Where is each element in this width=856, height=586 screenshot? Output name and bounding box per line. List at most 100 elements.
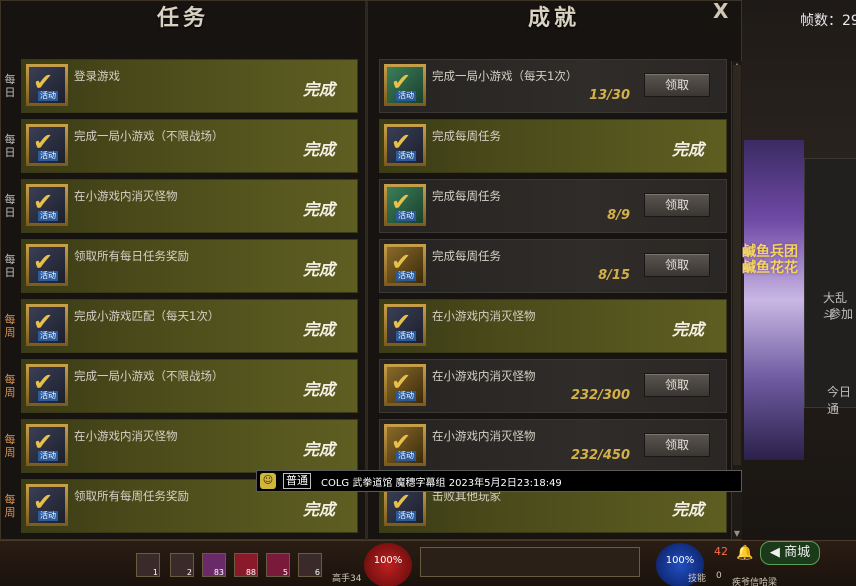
activity-badge: 活动 <box>38 391 58 401</box>
achievement-text: 在小游戏内消灭怪物 <box>432 429 536 443</box>
quick-slot-5[interactable]: 5 <box>266 553 290 577</box>
skill-label[interactable]: 技能 <box>688 571 706 584</box>
activity-badge: 活动 <box>396 511 416 521</box>
task-period-tag: 每周 <box>4 313 16 339</box>
scroll-down-icon[interactable]: ▼ <box>732 529 742 539</box>
chat-message-bar[interactable]: ☺ 普通 COLG 武拳道馆 魔穗字幕组 2023年5月2日23:18:49 <box>256 470 742 492</box>
task-status: 完成 <box>302 260 335 279</box>
task-status: 完成 <box>302 80 335 99</box>
quick-slot-5-count: 5 <box>282 568 288 577</box>
achievement-icon: ✔ 活动 <box>384 304 426 346</box>
activity-badge: 活动 <box>396 391 416 401</box>
task-status: 完成 <box>302 200 335 219</box>
achievement-row[interactable]: ✔ 活动 在小游戏内消灭怪物 232/300 领取 <box>379 359 727 413</box>
achievement-progress: 232/300 <box>570 388 630 403</box>
mall-button[interactable]: ◀ 商城 <box>760 541 820 565</box>
achievement-row[interactable]: ✔ 活动 完成每周任务 8/9 领取 <box>379 179 727 233</box>
claim-button[interactable]: 领取 <box>644 193 710 217</box>
task-icon: ✔ 活动 <box>26 184 68 226</box>
task-period-tag: 每周 <box>4 493 16 519</box>
achievement-text: 在小游戏内消灭怪物 <box>432 369 536 383</box>
achievement-row[interactable]: ✔ 活动 完成每周任务完成 <box>379 119 727 173</box>
fps-counter: 帧数：29 <box>800 13 856 29</box>
task-row[interactable]: ✔ 活动 领取所有每日任务奖励完成 <box>21 239 358 293</box>
task-row[interactable]: ✔ 活动 在小游戏内消灭怪物完成 <box>21 179 358 233</box>
quick-slot-6[interactable]: 6 <box>298 553 322 577</box>
chat-emote-icon[interactable]: ☺ <box>260 473 276 489</box>
achievement-row[interactable]: ✔ 活动 在小游戏内消灭怪物完成 <box>379 299 727 353</box>
task-row[interactable]: ✔ 活动 登录游戏 完成 <box>21 59 358 113</box>
close-button[interactable]: X <box>713 0 728 23</box>
task-text: 在小游戏内消灭怪物 <box>74 189 178 203</box>
task-period-tag: 每日 <box>4 253 16 279</box>
achievement-text: 完成一局小游戏（每天1次） <box>432 69 578 83</box>
claim-button[interactable]: 领取 <box>644 433 710 457</box>
task-period-tag: 每日 <box>4 73 16 99</box>
column-divider <box>365 1 368 541</box>
quick-slot-2[interactable]: 2 <box>170 553 194 577</box>
achievement-progress: 13/30 <box>589 88 630 103</box>
claim-button[interactable]: 领取 <box>644 73 710 97</box>
quick-slot-3[interactable]: 83 <box>202 553 226 577</box>
quick-slot-2-count: 2 <box>186 568 192 577</box>
quick-slot-1[interactable]: 1 <box>136 553 160 577</box>
quick-slot-4[interactable]: 88 <box>234 553 258 577</box>
activity-badge: 活动 <box>38 91 58 101</box>
bell-icon[interactable]: 🔔 <box>736 545 753 561</box>
achievement-text: 完成每周任务 <box>432 249 501 263</box>
achievement-text: 在小游戏内消灭怪物 <box>432 309 536 323</box>
achievement-row[interactable]: ✔ 活动 在小游戏内消灭怪物 232/450 领取 <box>379 419 727 473</box>
bottom-hud: 1 2 83 88 5 6 高手34 100% 100% 技能 42 0 🔔 ◀… <box>0 540 856 586</box>
task-status: 完成 <box>302 440 335 459</box>
side-event-panel[interactable]: 大乱斗 参加 今日通 <box>804 158 856 416</box>
task-icon: ✔ 活动 <box>26 484 68 526</box>
task-icon: ✔ 活动 <box>26 364 68 406</box>
task-text: 完成一局小游戏（不限战场） <box>74 369 224 383</box>
activity-badge: 活动 <box>396 211 416 221</box>
task-row[interactable]: ✔ 活动 完成一局小游戏（不限战场） 完成 <box>21 119 358 173</box>
achievement-progress: 8/9 <box>607 208 630 223</box>
achievement-icon: ✔ 活动 <box>384 124 426 166</box>
activity-badge: 活动 <box>396 91 416 101</box>
tasks-title: 任务 <box>156 6 209 31</box>
achievement-icon: ✔ 活动 <box>384 244 426 286</box>
level-label: 高手34 <box>332 574 362 584</box>
task-text: 领取所有每日任务奖励 <box>74 249 189 263</box>
achievement-status: 完成 <box>671 500 704 519</box>
activity-badge: 活动 <box>396 151 416 161</box>
task-icon: ✔ 活动 <box>26 424 68 466</box>
task-period-tag: 每日 <box>4 193 16 219</box>
claim-button[interactable]: 领取 <box>644 373 710 397</box>
achievement-text: 完成每周任务 <box>432 129 501 143</box>
achievement-row[interactable]: ✔ 活动 完成一局小游戏（每天1次） 13/30 领取 <box>379 59 727 113</box>
task-status: 完成 <box>302 140 335 159</box>
task-icon: ✔ 活动 <box>26 124 68 166</box>
activity-badge: 活动 <box>38 451 58 461</box>
task-icon: ✔ 活动 <box>26 304 68 346</box>
task-row[interactable]: ✔ 活动 完成小游戏匹配（每天1次） 完成 <box>21 299 358 353</box>
chat-channel[interactable]: 普通 <box>283 473 311 489</box>
achievement-icon: ✔ 活动 <box>384 424 426 466</box>
quick-slot-1-count: 1 <box>152 568 158 577</box>
task-icon: ✔ 活动 <box>26 244 68 286</box>
game-screen: 帧数：29 鹹鱼兵团 鹹鱼花花 大乱斗 参加 今日通 任务 成就 X 每日 ✔ 活动… <box>0 0 856 586</box>
activity-badge: 活动 <box>38 151 58 161</box>
task-period-tag: 每日 <box>4 133 16 159</box>
skill-bar[interactable] <box>420 547 640 577</box>
achievement-status: 完成 <box>671 320 704 339</box>
achievements-scrollbar[interactable]: ▲ ▼ <box>731 61 742 539</box>
achievement-status: 完成 <box>671 140 704 159</box>
task-text: 在小游戏内消灭怪物 <box>74 429 178 443</box>
achievement-row[interactable]: ✔ 活动 完成每周任务 8/15 领取 <box>379 239 727 293</box>
task-row[interactable]: ✔ 活动 在小游戏内消灭怪物完成 <box>21 419 358 473</box>
activity-badge: 活动 <box>38 211 58 221</box>
hp-percent: 100% <box>373 555 403 566</box>
task-text: 领取所有每周任务奖励 <box>74 489 189 503</box>
achievement-text: 完成每周任务 <box>432 189 501 203</box>
task-row[interactable]: ✔ 活动 完成一局小游戏（不限战场） 完成 <box>21 359 358 413</box>
scroll-thumb[interactable] <box>733 65 741 465</box>
claim-button[interactable]: 领取 <box>644 253 710 277</box>
task-icon: ✔ 活动 <box>26 64 68 106</box>
character-banner[interactable] <box>744 140 804 460</box>
mall-button-label: 商城 <box>784 545 811 560</box>
